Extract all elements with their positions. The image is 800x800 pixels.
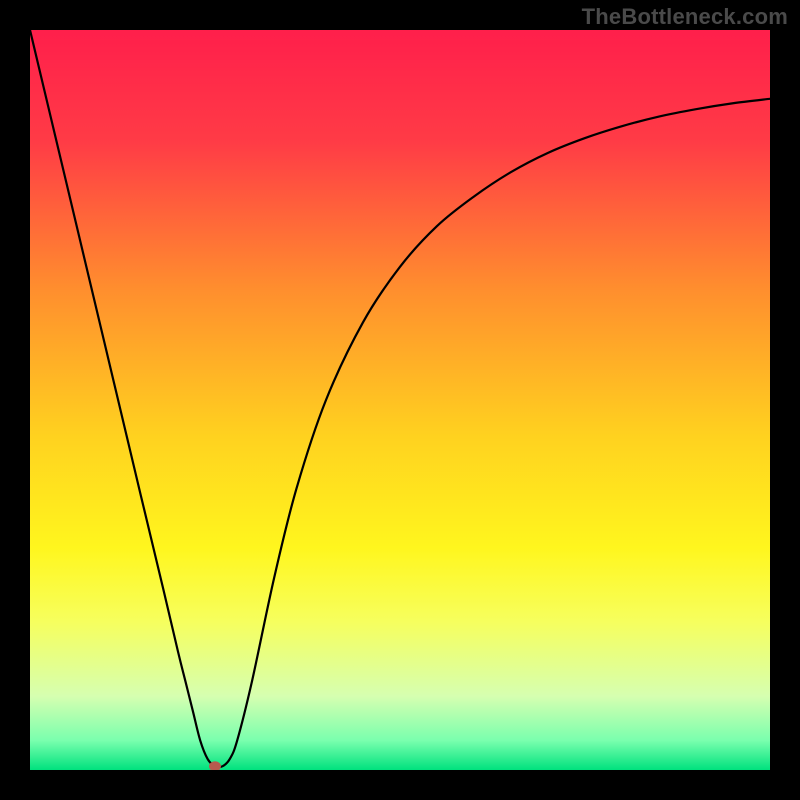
gradient-background [30,30,770,770]
chart-frame: TheBottleneck.com [0,0,800,800]
chart-svg [30,30,770,770]
plot-area [30,30,770,770]
watermark-text: TheBottleneck.com [582,4,788,30]
